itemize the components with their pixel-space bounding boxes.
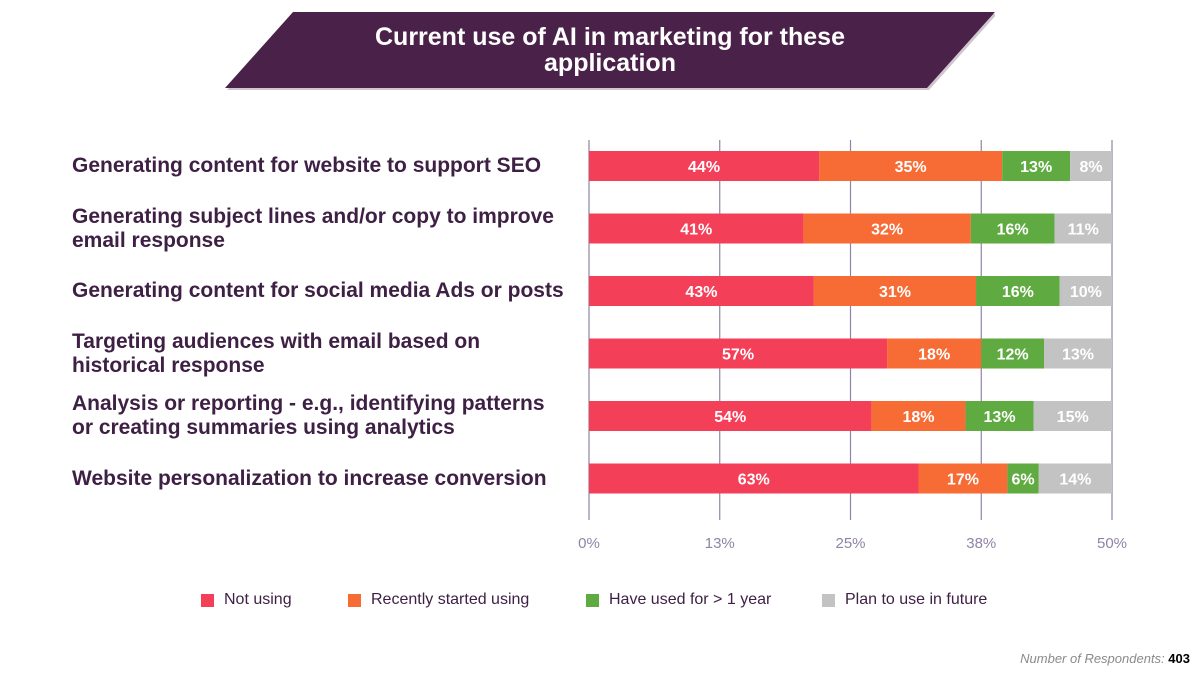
legend-swatch: [201, 593, 214, 607]
data-label: 43%: [685, 284, 717, 301]
legend: Not using Recently started using Have used…: [0, 591, 1200, 611]
legend-item: Plan to use in future: [822, 591, 987, 609]
legend-item: Recently started using: [348, 591, 529, 609]
data-label: 16%: [1002, 284, 1034, 301]
data-label: 11%: [1068, 222, 1099, 239]
data-label: 13%: [1062, 347, 1094, 364]
data-label: 18%: [918, 347, 950, 364]
x-tick-label: 25%: [835, 535, 865, 552]
legend-label: Not using: [224, 591, 292, 608]
respondents-note: Number of Respondents: 403: [1020, 651, 1190, 666]
data-label: 54%: [714, 409, 746, 426]
data-label: 13%: [984, 409, 1016, 426]
legend-item: Not using: [201, 591, 292, 609]
data-label: 35%: [895, 159, 927, 176]
data-label: 57%: [722, 347, 754, 364]
data-label: 6%: [1012, 472, 1035, 489]
data-label: 17%: [947, 472, 979, 489]
data-label: 18%: [902, 409, 934, 426]
x-tick-label: 38%: [966, 535, 996, 552]
data-label: 63%: [738, 472, 770, 489]
data-label: 44%: [688, 159, 720, 176]
data-label: 15%: [1057, 409, 1089, 426]
data-label: 31%: [879, 284, 911, 301]
data-label: 13%: [1020, 159, 1052, 176]
respondents-count: 403: [1168, 651, 1190, 666]
data-label: 16%: [997, 222, 1029, 239]
legend-label: Have used for > 1 year: [609, 591, 772, 608]
legend-swatch: [348, 593, 361, 607]
data-label: 14%: [1059, 472, 1091, 489]
data-label: 32%: [871, 222, 903, 239]
x-tick-label: 13%: [705, 535, 735, 552]
legend-swatch: [586, 593, 599, 607]
legend-swatch: [822, 593, 835, 607]
data-label: 41%: [680, 222, 712, 239]
x-tick-label: 0%: [578, 535, 600, 552]
legend-item: Have used for > 1 year: [586, 591, 771, 609]
data-label: 10%: [1070, 284, 1102, 301]
data-label: 8%: [1080, 159, 1103, 176]
respondents-label: Number of Respondents:: [1020, 651, 1165, 666]
stacked-bar-chart: 0% 13% 25% 38% 50% 44% 35% 13% 8% 41% 32% 16% 11% 43%…: [578, 140, 1127, 552]
legend-label: Recently started using: [371, 591, 530, 608]
legend-label: Plan to use in future: [845, 591, 988, 608]
data-label: 12%: [997, 347, 1029, 364]
x-tick-label: 50%: [1097, 535, 1127, 552]
